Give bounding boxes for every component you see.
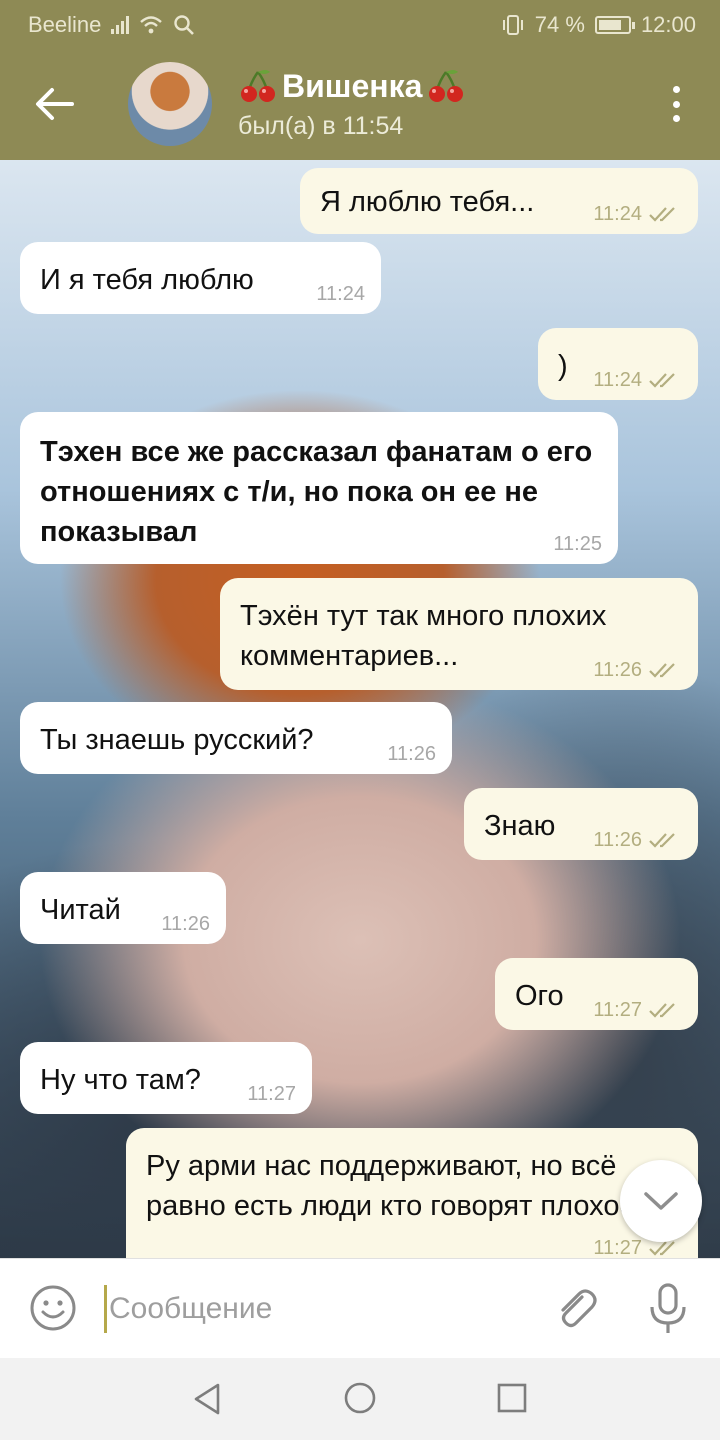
microphone-icon[interactable] bbox=[646, 1281, 690, 1337]
incoming-message[interactable]: И я тебя люблю 11:24 bbox=[20, 242, 381, 314]
read-checkmarks-icon bbox=[649, 1003, 675, 1018]
status-bar: Beeline 74 % 12:00 bbox=[0, 0, 720, 48]
message-time: 11:24 bbox=[593, 369, 642, 391]
message-time: 11:26 bbox=[387, 743, 436, 765]
message-time: 11:25 bbox=[553, 533, 602, 555]
message-time: 11:27 bbox=[247, 1083, 296, 1105]
message-text: И я тебя люблю bbox=[40, 264, 254, 296]
nav-home-icon[interactable] bbox=[343, 1381, 377, 1415]
clock: 12:00 bbox=[640, 12, 696, 37]
incoming-message[interactable]: Читай 11:26 bbox=[20, 872, 226, 944]
incoming-message[interactable]: Ну что там? 11:27 bbox=[20, 1042, 312, 1114]
outgoing-message[interactable]: ) 11:24 bbox=[538, 328, 698, 400]
nav-recent-apps-icon[interactable] bbox=[496, 1382, 528, 1414]
outgoing-message[interactable]: Ру арми нас поддерживают, но всё равно е… bbox=[126, 1128, 698, 1258]
contact-title[interactable]: Вишенка bbox=[238, 66, 466, 106]
battery-percent: 74 % bbox=[534, 12, 585, 37]
message-time: 11:26 bbox=[593, 829, 642, 851]
cherry-icon bbox=[241, 70, 275, 102]
carrier-name: Beeline bbox=[28, 12, 102, 37]
chevron-down-icon bbox=[644, 1192, 678, 1210]
read-checkmarks-icon bbox=[649, 663, 675, 678]
cherry-icon bbox=[429, 70, 464, 102]
wifi-icon bbox=[140, 16, 163, 34]
outgoing-message[interactable]: Ого 11:27 bbox=[495, 958, 698, 1030]
more-options-icon[interactable] bbox=[670, 86, 682, 122]
message-list[interactable]: Я люблю тебя... 11:24 И я тебя люблю 11:… bbox=[0, 160, 720, 1258]
search-icon bbox=[174, 15, 195, 35]
avatar[interactable] bbox=[128, 62, 212, 146]
message-time: 11:24 bbox=[593, 203, 642, 225]
signal-icon bbox=[111, 16, 130, 34]
back-arrow-icon[interactable] bbox=[34, 86, 74, 122]
nav-back-icon[interactable] bbox=[190, 1382, 224, 1416]
outgoing-message[interactable]: Тэхён тут так много плохих комментариев.… bbox=[220, 578, 698, 690]
message-time: 11:26 bbox=[593, 659, 642, 681]
read-checkmarks-icon bbox=[649, 207, 675, 222]
incoming-message[interactable]: Тэхен все же рассказал фанатам о его отн… bbox=[20, 412, 618, 564]
message-time: 11:26 bbox=[161, 913, 210, 935]
outgoing-message[interactable]: Знаю 11:26 bbox=[464, 788, 698, 860]
message-time: 11:27 bbox=[593, 999, 642, 1021]
message-text: Ру арми нас поддерживают, но всё равно е… bbox=[146, 1150, 636, 1222]
incoming-message[interactable]: Ты знаешь русский? 11:26 bbox=[20, 702, 452, 774]
emoji-icon[interactable] bbox=[28, 1283, 78, 1333]
paperclip-icon[interactable] bbox=[552, 1285, 600, 1333]
contact-name: Вишенка bbox=[282, 67, 423, 104]
last-seen-status: был(а) в 11:54 bbox=[238, 112, 404, 140]
message-input[interactable] bbox=[104, 1285, 524, 1333]
read-checkmarks-icon bbox=[649, 833, 675, 848]
read-checkmarks-icon bbox=[649, 373, 675, 388]
system-nav-bar bbox=[0, 1358, 720, 1440]
scroll-to-bottom-button[interactable] bbox=[620, 1160, 702, 1242]
message-time: 11:24 bbox=[316, 283, 365, 305]
message-composer bbox=[0, 1258, 720, 1358]
message-text: Тэхен все же рассказал фанатам о его отн… bbox=[40, 436, 593, 548]
message-text: Ты знаешь русский? bbox=[40, 724, 314, 756]
battery-icon bbox=[594, 16, 635, 34]
message-time: 11:27 bbox=[593, 1237, 642, 1258]
vibrate-icon bbox=[502, 15, 523, 35]
chat-header: Вишенка был(а) в 11:54 bbox=[0, 48, 720, 160]
outgoing-message[interactable]: Я люблю тебя... 11:24 bbox=[300, 168, 698, 234]
